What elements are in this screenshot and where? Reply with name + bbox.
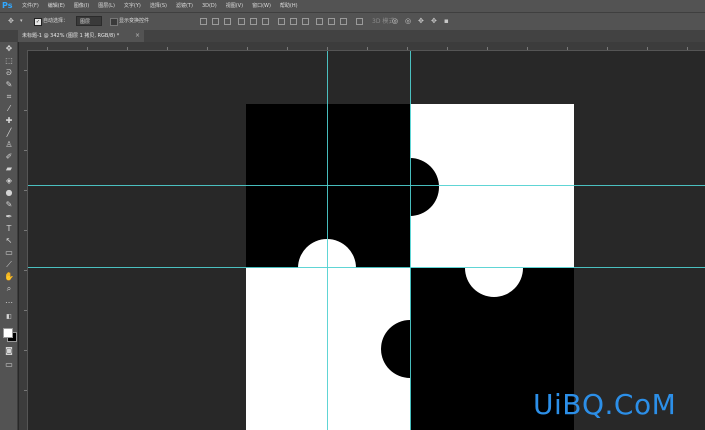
quick-mask-icon[interactable]: ◙ (4, 346, 14, 356)
align-right-icon[interactable] (262, 18, 269, 25)
guide-vertical-1[interactable] (327, 51, 328, 430)
distribute-top-icon[interactable] (278, 18, 285, 25)
crop-tool-icon[interactable]: ⌗ (4, 92, 14, 102)
healing-brush-tool-icon[interactable]: ✚ (4, 116, 14, 126)
document-tab-title: 未标题-1 @ 342% (图层 1 拷贝, RGB/8) * (22, 33, 120, 39)
auto-select-checkbox[interactable]: ✓ (34, 18, 42, 26)
align-top-icon[interactable] (200, 18, 207, 25)
menu-filter[interactable]: 滤镜(T) (176, 0, 193, 12)
lasso-tool-icon[interactable]: ᘐ (4, 68, 14, 78)
zoom-tool-icon[interactable]: ⌕ (4, 284, 14, 294)
ruler-origin[interactable] (19, 42, 27, 50)
type-tool-icon[interactable]: T (4, 224, 14, 234)
3d-pan-icon[interactable]: ✥ (418, 13, 424, 30)
screen-mode-icon[interactable]: ▭ (4, 360, 14, 370)
vertical-ruler[interactable] (19, 50, 28, 430)
move-tool-preset-icon[interactable]: ✥ (8, 13, 14, 30)
menu-view[interactable]: 视图(V) (226, 0, 243, 12)
clone-stamp-tool-icon[interactable]: ♙ (4, 140, 14, 150)
eyedropper-tool-icon[interactable]: ⁄ (4, 104, 14, 114)
dodge-tool-icon[interactable]: ✎ (4, 200, 14, 210)
menu-edit[interactable]: 编辑(E) (48, 0, 65, 12)
menu-image[interactable]: 图像(I) (74, 0, 89, 12)
3d-slide-icon[interactable]: ✥ (431, 13, 437, 30)
menu-window[interactable]: 窗口(W) (252, 0, 271, 12)
show-transform-controls-checkbox[interactable] (110, 18, 118, 26)
distribute-horizontal-center-icon[interactable] (328, 18, 335, 25)
3d-tool-icon[interactable]: ⟋ (4, 260, 14, 270)
move-tool-icon[interactable]: ✥ (4, 44, 14, 54)
photoshop-logo: Ps (2, 1, 13, 10)
menu-bar: Ps 文件(F) 编辑(E) 图像(I) 图层(L) 文字(Y) 选择(S) 滤… (0, 0, 705, 12)
align-horizontal-center-icon[interactable] (250, 18, 257, 25)
document-tab-strip: 未标题-1 @ 342% (图层 1 拷贝, RGB/8) * × (0, 30, 705, 42)
more-tools-icon[interactable]: ⋯ (4, 298, 14, 308)
menu-file[interactable]: 文件(F) (22, 0, 39, 12)
foreground-color-swatch[interactable] (3, 328, 13, 338)
pen-tool-icon[interactable]: ✒ (4, 212, 14, 222)
quick-select-tool-icon[interactable]: ✎ (4, 80, 14, 90)
menu-layer[interactable]: 图层(L) (98, 0, 115, 12)
horizontal-ruler[interactable] (27, 42, 705, 51)
guide-horizontal-1[interactable] (28, 185, 705, 186)
main-menu: 文件(F) 编辑(E) 图像(I) 图层(L) 文字(Y) 选择(S) 滤镜(T… (22, 0, 298, 12)
gradient-tool-icon[interactable]: ◈ (4, 176, 14, 186)
history-brush-tool-icon[interactable]: ✐ (4, 152, 14, 162)
marquee-tool-icon[interactable]: ⬚ (4, 56, 14, 66)
3d-rotate-icon[interactable]: ◎ (392, 13, 398, 30)
blur-tool-icon[interactable]: ● (4, 188, 14, 198)
knob-white-bottom (465, 239, 523, 297)
distribute-left-icon[interactable] (316, 18, 323, 25)
distribute-bottom-icon[interactable] (302, 18, 309, 25)
hand-tool-icon[interactable]: ✋ (4, 272, 14, 282)
guide-vertical-2[interactable] (410, 51, 411, 430)
3d-scale-icon[interactable]: ▪ (444, 13, 449, 30)
options-bar: ✥ ▾ ✓ 自动选择： 图层 显示变换控件 3D 模式： ◎ ◎ ✥ ✥ ▪ (0, 12, 705, 30)
shape-tool-icon[interactable]: ▭ (4, 248, 14, 258)
brush-tool-icon[interactable]: ╱ (4, 128, 14, 138)
distribute-vertical-center-icon[interactable] (290, 18, 297, 25)
menu-help[interactable]: 帮助(H) (280, 0, 298, 12)
distribute-right-icon[interactable] (340, 18, 347, 25)
guide-horizontal-2[interactable] (28, 267, 705, 268)
document-tab[interactable]: 未标题-1 @ 342% (图层 1 拷贝, RGB/8) * (18, 30, 144, 42)
site-watermark: UiBQ.CoM (533, 388, 677, 421)
auto-select-target-dropdown[interactable]: 图层 (76, 16, 102, 26)
menu-select[interactable]: 选择(S) (150, 0, 167, 12)
3d-roll-icon[interactable]: ◎ (405, 13, 411, 30)
align-left-icon[interactable] (238, 18, 245, 25)
close-tab-icon[interactable]: × (135, 30, 140, 42)
menu-3d[interactable]: 3D(D) (202, 0, 217, 12)
preset-dropdown-icon[interactable]: ▾ (20, 13, 23, 30)
default-colors-icon[interactable]: ◧ (4, 312, 14, 322)
auto-select-label: 自动选择： (43, 18, 69, 24)
align-vertical-center-icon[interactable] (212, 18, 219, 25)
auto-align-layers-icon[interactable] (356, 18, 363, 25)
path-selection-tool-icon[interactable]: ↖ (4, 236, 14, 246)
align-bottom-icon[interactable] (224, 18, 231, 25)
menu-type[interactable]: 文字(Y) (124, 0, 141, 12)
eraser-tool-icon[interactable]: ▰ (4, 164, 14, 174)
tools-panel: ✥ ⬚ ᘐ ✎ ⌗ ⁄ ✚ ╱ ♙ ✐ ▰ ◈ ● ✎ ✒ T ↖ ▭ ⟋ ✋ … (0, 42, 18, 430)
document-canvas[interactable] (28, 51, 705, 430)
puzzle-artwork (246, 104, 574, 430)
show-transform-controls-label: 显示变换控件 (119, 18, 150, 24)
